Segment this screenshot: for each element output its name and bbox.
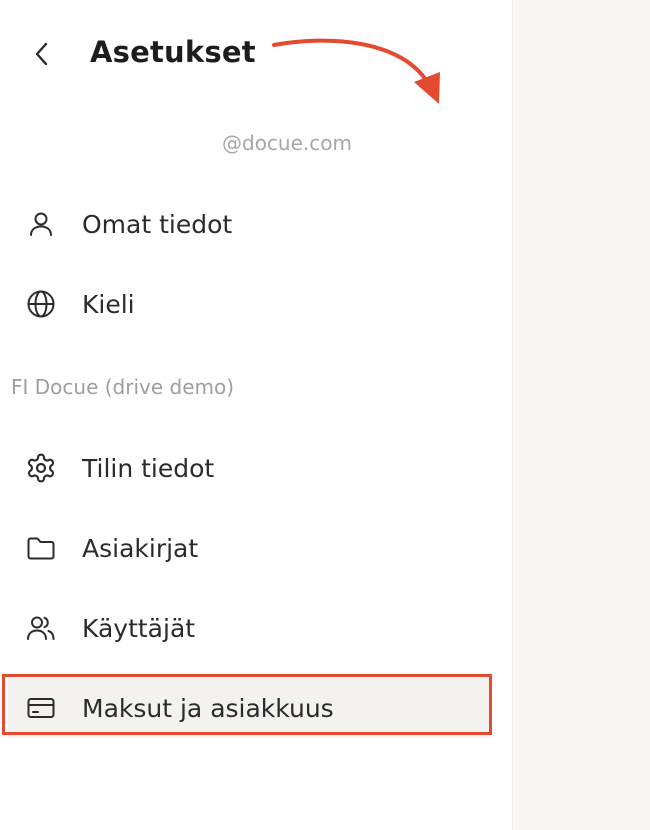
gear-icon xyxy=(24,451,58,485)
settings-header: Asetukset xyxy=(0,24,512,84)
user-email: @docue.com xyxy=(222,131,352,155)
page-title: Asetukset xyxy=(90,35,256,69)
folder-icon xyxy=(24,531,58,565)
nav-item-label: Käyttäjät xyxy=(82,613,196,643)
user-icon xyxy=(24,207,58,241)
organization-section-label: FI Docue (drive demo) xyxy=(11,375,235,399)
settings-sidebar: Asetukset @docue.com Omat tiedot Kieli F… xyxy=(0,0,512,830)
main-content-area xyxy=(512,0,650,830)
nav-item-asiakirjat[interactable]: Asiakirjat xyxy=(8,518,490,578)
nav-item-label: Omat tiedot xyxy=(82,209,233,239)
chevron-left-icon xyxy=(35,42,48,66)
nav-item-label: Maksut ja asiakkuus xyxy=(82,693,334,723)
users-icon xyxy=(24,611,58,645)
nav-item-kayttajat[interactable]: Käyttäjät xyxy=(8,598,490,658)
nav-item-kieli[interactable]: Kieli xyxy=(8,274,490,334)
nav-item-label: Kieli xyxy=(82,289,135,319)
globe-icon xyxy=(24,287,58,321)
nav-item-maksut-ja-asiakkuus[interactable]: Maksut ja asiakkuus xyxy=(8,678,490,738)
nav-item-tilin-tiedot[interactable]: Tilin tiedot xyxy=(8,438,490,498)
nav-item-label: Asiakirjat xyxy=(82,533,199,563)
credit-card-icon xyxy=(24,691,58,725)
back-button[interactable] xyxy=(24,36,60,72)
nav-item-omat-tiedot[interactable]: Omat tiedot xyxy=(8,194,490,254)
nav-item-label: Tilin tiedot xyxy=(82,453,215,483)
